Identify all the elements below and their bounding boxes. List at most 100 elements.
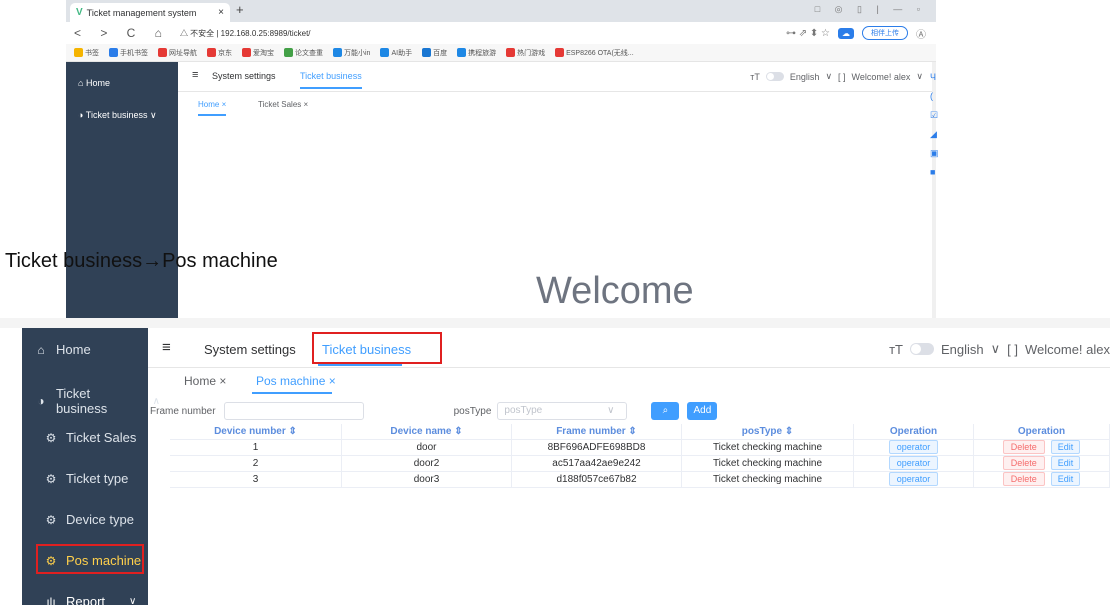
delete-button[interactable]: Delete: [1002, 471, 1045, 486]
tab-ticket-business[interactable]: Ticket business: [300, 71, 362, 89]
tag-pos-machine[interactable]: Pos machine ×: [256, 374, 336, 388]
side-panel-icon[interactable]: ◢: [930, 125, 938, 144]
address-bar: < > C ⌂ △ 不安全 | 192.168.0.25:8989/ticket…: [66, 22, 936, 44]
sidebar-item-device-type[interactable]: ⚙ Device type: [44, 512, 170, 527]
bookmark-item[interactable]: 论文查重: [284, 48, 323, 58]
sidebar-item-ticket-business[interactable]: ◑ Ticket business ∧: [34, 386, 160, 416]
bookmark-icon: [506, 48, 516, 58]
bookmark-icon: [422, 48, 432, 58]
cloud-sync-icon[interactable]: ☁: [838, 27, 854, 39]
table-row: 2 door2 ac517aa42ae9e242 Ticket checking…: [170, 455, 1110, 472]
column-header-device-name[interactable]: Device name ⇕: [342, 423, 512, 440]
bookmarks-bar: 书签 手机书签 网址导航 京东 爱淘宝 论文查重 万能小in AI助手 百度 携程旅游 热门游戏 ES…: [66, 44, 936, 62]
gear-icon: ⚙: [45, 512, 57, 527]
side-panel-icon[interactable]: ▣: [930, 144, 939, 163]
cell-device-number: 3: [170, 471, 342, 488]
sidebar-item-label: Device type: [66, 512, 134, 527]
tag-home[interactable]: Home ×: [198, 100, 227, 116]
new-tab-icon[interactable]: +: [236, 2, 244, 17]
bookmark-item[interactable]: ESP8266 OTA(无线...: [555, 48, 634, 58]
side-panel-icon[interactable]: ■: [930, 163, 938, 182]
theme-toggle[interactable]: [909, 343, 934, 355]
caption: Ticket business→Pos machine: [5, 250, 278, 272]
welcome-user[interactable]: Welcome! alex: [852, 72, 911, 82]
column-header-frame-number[interactable]: Frame number ⇕: [512, 423, 682, 440]
sync-button[interactable]: 相伴上传: [862, 26, 908, 40]
cell-operation-2: Delete Edit: [974, 471, 1110, 488]
bookmark-item[interactable]: 手机书签: [109, 48, 148, 58]
search-button[interactable]: ⌕: [651, 402, 680, 420]
side-panel-icon[interactable]: ☑: [930, 106, 938, 125]
edit-button[interactable]: Edit: [1050, 471, 1081, 486]
bookmark-item[interactable]: 携程旅游: [457, 48, 496, 58]
delete-button[interactable]: Delete: [1002, 455, 1045, 470]
sidebar-item-report[interactable]: ılı Report ∨: [44, 594, 170, 605]
sidebar-item-home[interactable]: ⌂ Home: [34, 342, 160, 357]
profile-avatar-icon[interactable]: Ⓐ: [916, 26, 926, 41]
bookmark-label: 手机书签: [120, 49, 148, 57]
postype-placeholder: posType: [504, 405, 543, 416]
frame-number-input[interactable]: [223, 402, 364, 420]
fullscreen-icon[interactable]: [ ]: [1007, 342, 1018, 357]
hamburger-menu-icon[interactable]: ≡: [162, 339, 171, 356]
hamburger-menu-icon[interactable]: ≡: [192, 69, 198, 81]
chevron-down-icon: ∨: [990, 341, 1001, 356]
font-size-icon[interactable]: тT: [889, 342, 903, 357]
bookmark-item[interactable]: AI助手: [380, 48, 412, 58]
nav-buttons[interactable]: < > C ⌂: [74, 26, 170, 40]
bookmark-label: 万能小in: [344, 49, 371, 57]
browser-tab[interactable]: V Ticket management system ×: [70, 3, 230, 22]
fullscreen-icon[interactable]: [ ]: [838, 72, 846, 82]
theme-toggle[interactable]: [765, 72, 784, 81]
bookmark-label: 百度: [433, 49, 448, 57]
pos-machine-table: Device number ⇕ Device name ⇕ Frame numb…: [170, 423, 1110, 488]
sidebar-item-ticket-sales[interactable]: ⚙ Ticket Sales: [44, 430, 170, 445]
sidebar-item-ticket-type[interactable]: ⚙ Ticket type: [44, 471, 170, 486]
address-action-icons[interactable]: ⊶ ⇗ ⬍ ☆: [786, 28, 830, 39]
tag-ticket-sales[interactable]: Ticket Sales ×: [258, 100, 308, 109]
tags-view: Home × Ticket Sales ×: [178, 92, 933, 118]
welcome-user[interactable]: Welcome! alex: [1025, 342, 1110, 357]
cell-device-number: 2: [170, 455, 342, 472]
bookmark-item[interactable]: 爱淘宝: [242, 48, 274, 58]
postype-select[interactable]: posType ∨: [497, 402, 628, 420]
bookmark-icon: [109, 48, 118, 58]
bookmark-item[interactable]: 万能小in: [333, 48, 370, 58]
side-panel-icon[interactable]: Ч: [930, 68, 938, 87]
sidebar-item-ticket-business[interactable]: ◑ Ticket business ∨: [78, 110, 157, 121]
bookmark-item[interactable]: 热门游戏: [506, 48, 545, 58]
edit-button[interactable]: Edit: [1050, 455, 1081, 470]
language-select[interactable]: English: [941, 342, 984, 357]
side-panel-icon[interactable]: (: [930, 87, 938, 106]
bookmark-item[interactable]: 网址导航: [158, 48, 197, 58]
tab-system-settings[interactable]: System settings: [212, 71, 276, 81]
cell-device-number: 1: [170, 439, 342, 456]
column-header-device-number[interactable]: Device number ⇕: [170, 423, 342, 440]
font-size-icon[interactable]: тT: [750, 72, 760, 82]
browser-side-panel: Ч(☑ ◢ ▣ ■: [930, 68, 939, 182]
column-header-postype[interactable]: posType ⇕: [682, 423, 854, 440]
operator-button[interactable]: operator: [888, 439, 939, 454]
edit-button[interactable]: Edit: [1050, 439, 1081, 454]
cell-operation-2: Delete Edit: [974, 439, 1110, 456]
sidebar-item-label: Report: [66, 594, 106, 605]
bookmark-item[interactable]: 书签: [74, 48, 99, 58]
operator-button[interactable]: operator: [888, 471, 939, 486]
tag-home[interactable]: Home ×: [184, 374, 226, 388]
bottom-screenshot: ⌂ Home ◑ Ticket business ∧ ⚙ Ticket Sale…: [0, 318, 1110, 605]
window-controls[interactable]: □ ◎ ▯ | — ▫: [815, 4, 926, 15]
chevron-down-icon: ∨: [607, 405, 615, 416]
bookmark-item[interactable]: 京东: [207, 48, 232, 58]
gear-icon: ⚙: [45, 430, 57, 445]
add-button[interactable]: Add: [687, 402, 718, 420]
operator-button[interactable]: operator: [888, 455, 939, 470]
tab-system-settings[interactable]: System settings: [204, 342, 296, 357]
gear-icon: ⚙: [45, 471, 57, 486]
sidebar-item-home[interactable]: ⌂ Home: [78, 78, 110, 88]
delete-button[interactable]: Delete: [1002, 439, 1045, 454]
bookmark-item[interactable]: 百度: [422, 48, 447, 58]
close-tab-icon[interactable]: ×: [218, 7, 224, 18]
cell-operation: operator: [854, 439, 974, 456]
language-select[interactable]: English: [790, 72, 820, 82]
url-field[interactable]: △ 不安全 | 192.168.0.25:8989/ticket/: [180, 28, 311, 39]
